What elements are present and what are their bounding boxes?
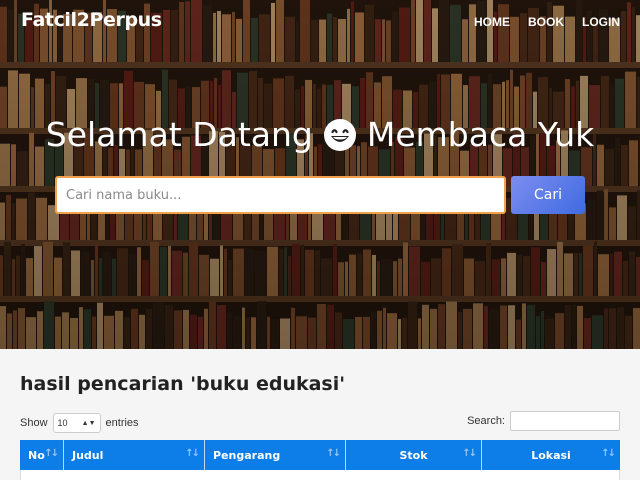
nav-book[interactable]: BOOK [528, 15, 564, 29]
show-label: Show [20, 417, 48, 429]
column-header-pengarang[interactable]: Pengarang ↑↓ [205, 440, 346, 470]
results-title: hasil pencarian 'buku edukasi' [20, 373, 346, 395]
column-label: Lokasi [531, 448, 571, 462]
navbar: Fatcil2Perpus HOME BOOK LOGIN [0, 0, 640, 42]
column-label: No [28, 448, 45, 462]
table-body [20, 470, 620, 480]
book-search-input[interactable] [55, 176, 506, 214]
results-table-header: No ↑↓ Judul ↑↓ Pengarang ↑↓ Stok ↑↓ Loka… [20, 440, 620, 470]
nav-links: HOME BOOK LOGIN [474, 15, 620, 29]
entries-select[interactable]: 10 ▲▼ [52, 413, 101, 433]
grinning-face-icon [323, 118, 356, 151]
sort-icon: ↑↓ [601, 448, 616, 459]
chevron-updown-icon: ▲▼ [81, 419, 96, 427]
entries-label: entries [105, 417, 139, 429]
sort-icon: ↑↓ [185, 448, 200, 459]
table-search-input[interactable] [510, 411, 620, 431]
hero-overlay [0, 0, 640, 349]
sort-icon: ↑↓ [326, 448, 341, 459]
entries-value: 10 [57, 418, 68, 428]
entries-length-control: Show 10 ▲▼ entries [20, 413, 139, 433]
table-search-control: Search: [467, 411, 620, 431]
results-section: hasil pencarian 'buku edukasi' Show 10 ▲… [0, 349, 640, 480]
brand-logo[interactable]: Fatcil2Perpus [21, 9, 162, 31]
column-header-stok[interactable]: Stok ↑↓ [346, 440, 482, 470]
column-header-no[interactable]: No ↑↓ [20, 440, 64, 470]
welcome-text-end: Membaca Yuk [366, 115, 595, 154]
column-label: Judul [72, 448, 104, 462]
nav-home[interactable]: HOME [474, 15, 510, 29]
sort-icon: ↑↓ [44, 448, 59, 459]
table-search-label: Search: [467, 415, 505, 427]
column-label: Stok [399, 448, 428, 462]
column-header-lokasi[interactable]: Lokasi ↑↓ [482, 440, 620, 470]
sort-icon: ↑↓ [462, 448, 477, 459]
nav-login[interactable]: LOGIN [582, 15, 620, 29]
welcome-text-start: Selamat Datang [45, 115, 313, 154]
hero-banner: Fatcil2Perpus HOME BOOK LOGIN Selamat Da… [0, 0, 640, 349]
column-header-judul[interactable]: Judul ↑↓ [64, 440, 205, 470]
column-label: Pengarang [213, 448, 281, 462]
search-button[interactable]: Cari [511, 176, 585, 214]
welcome-heading: Selamat Datang Membaca Yuk [0, 115, 640, 154]
